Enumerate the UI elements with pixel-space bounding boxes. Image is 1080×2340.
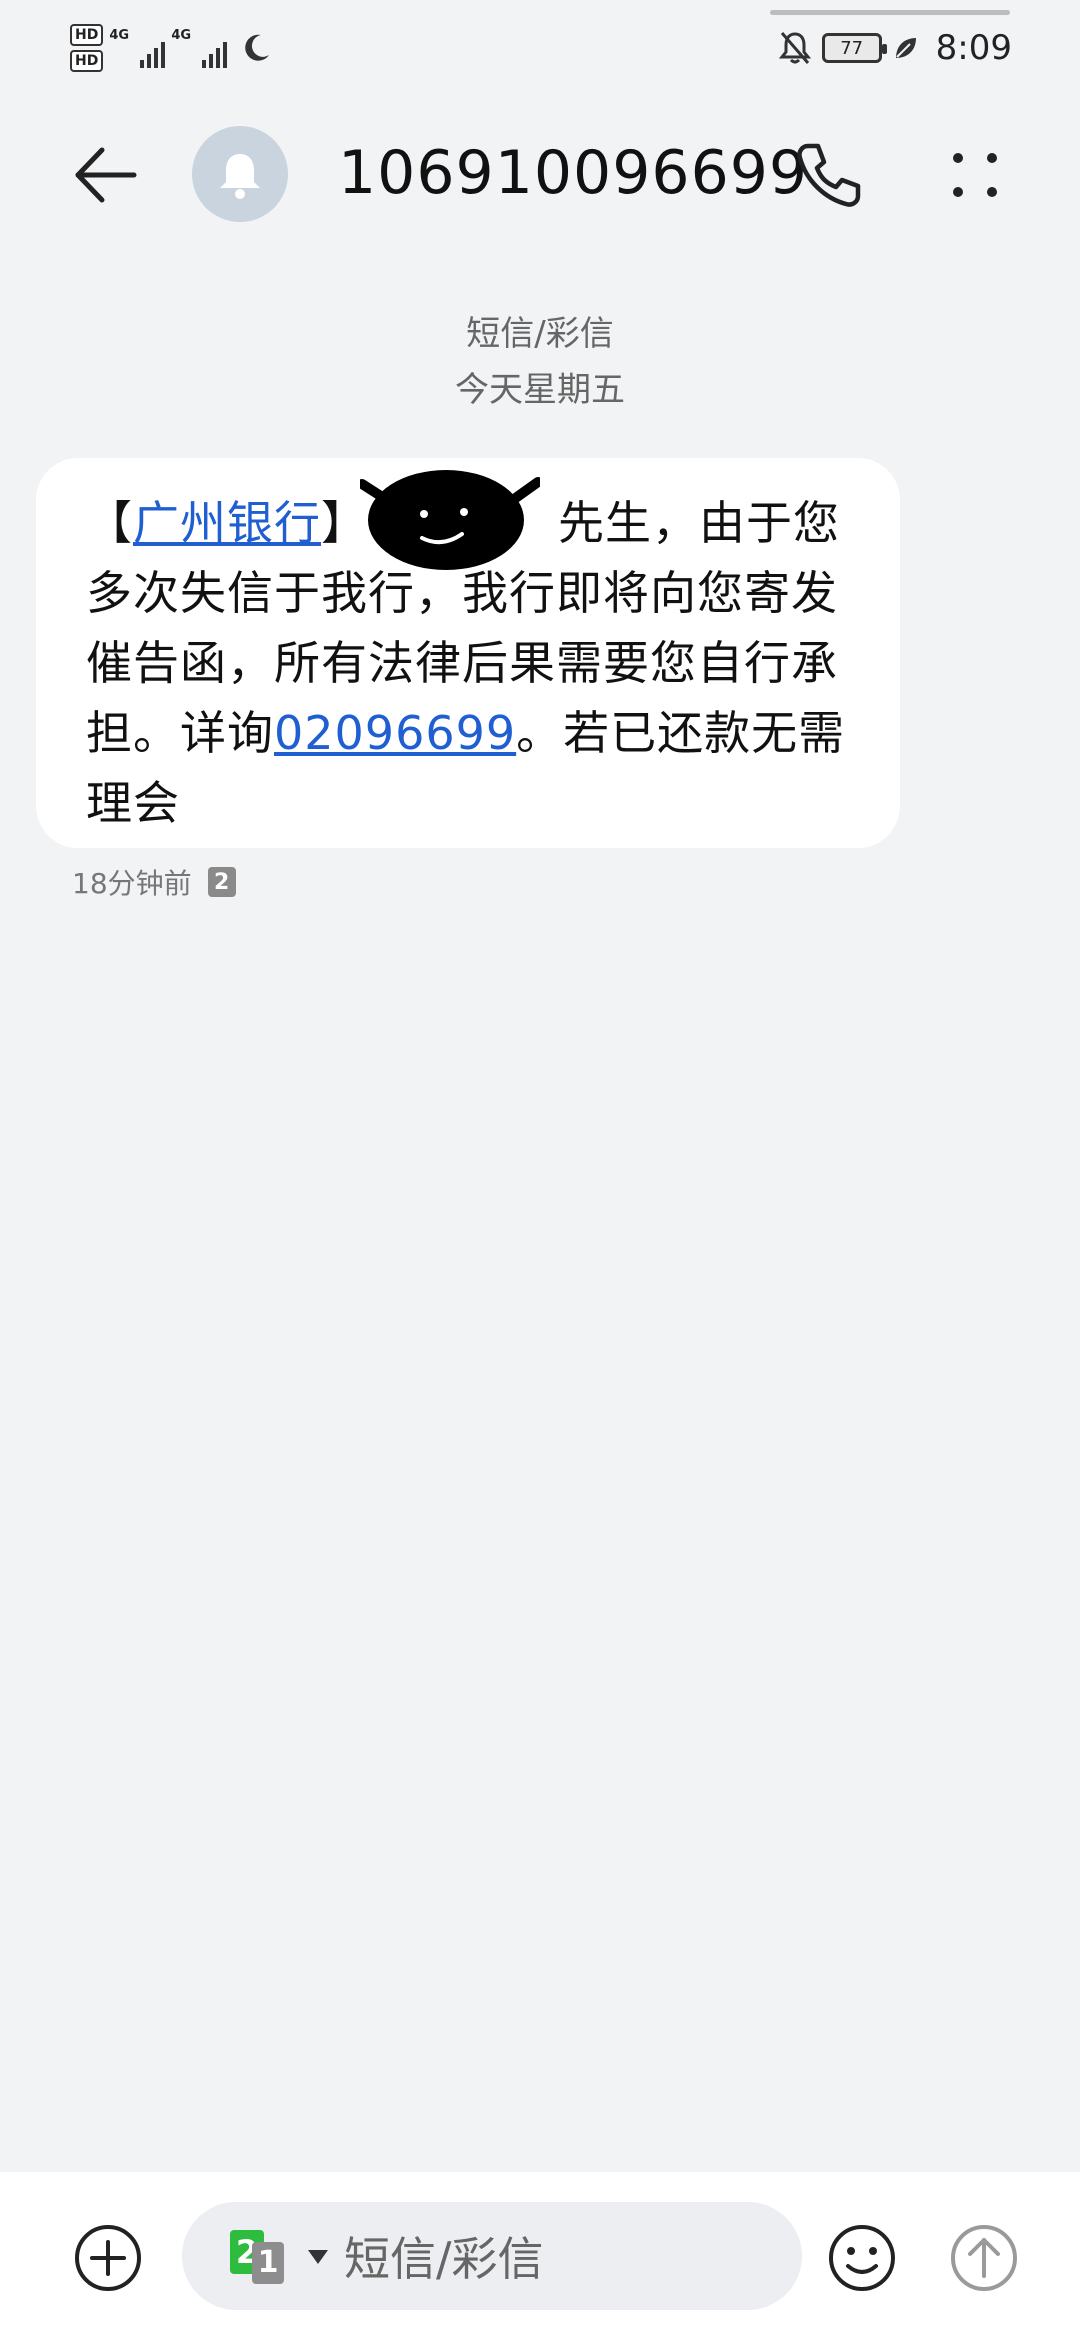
status-right: 77 8:09 — [778, 18, 1012, 78]
compose-bar: 2 1 短信/彩信 — [0, 2172, 1080, 2340]
network-type-sim1: 4G — [109, 28, 130, 43]
battery-icon: 77 — [821, 33, 887, 63]
status-bar: HD HD 4G 4G 77 8:09 — [0, 0, 1080, 90]
message-input[interactable]: 2 1 短信/彩信 — [182, 2202, 802, 2310]
bracket-open: 【 — [86, 496, 133, 550]
phone-number-link[interactable]: 02096699 — [274, 706, 516, 760]
avatar[interactable] — [192, 126, 288, 222]
input-placeholder: 短信/彩信 — [344, 2232, 544, 2286]
message-time: 18分钟前 — [72, 867, 192, 900]
notification-pull-handle[interactable] — [770, 10, 1010, 15]
back-arrow-icon[interactable] — [70, 140, 140, 210]
message-type-label: 短信/彩信 — [466, 314, 614, 354]
network-type-sim2: 4G — [171, 28, 192, 43]
page-title: 106910096699 — [338, 138, 809, 208]
status-left: HD HD 4G 4G — [70, 18, 273, 78]
chevron-down-icon — [308, 2250, 328, 2264]
phone-icon[interactable] — [790, 138, 866, 214]
send-icon[interactable] — [948, 2222, 1020, 2294]
hd-indicator-sim2: HD — [70, 50, 104, 72]
sim-badge: 2 — [207, 867, 236, 897]
hd-indicator-sim1: HD — [70, 24, 104, 46]
bank-name-link[interactable]: 广州银行 — [133, 496, 321, 550]
sim-secondary-icon: 1 — [252, 2242, 284, 2284]
signal-bars-icon — [202, 42, 228, 68]
day-label: 今天星期五 — [455, 370, 625, 410]
more-icon[interactable] — [940, 140, 1010, 210]
signal-sim1: 4G — [109, 28, 166, 68]
add-attachment-icon[interactable] — [72, 2222, 144, 2294]
leaf-power-saving-icon — [895, 38, 916, 58]
hd-indicators: HD HD — [70, 24, 104, 72]
bell-icon — [220, 154, 260, 199]
battery-level: 77 — [840, 37, 864, 59]
date-header: 短信/彩信 今天星期五 — [0, 306, 1080, 418]
message-meta: 18分钟前 2 — [72, 862, 236, 902]
signal-bars-icon — [140, 42, 166, 68]
status-time: 8:09 — [935, 28, 1012, 68]
do-not-disturb-moon-icon — [245, 34, 270, 61]
muted-bell-icon — [778, 32, 811, 64]
sim-selector[interactable]: 2 1 — [230, 2202, 340, 2310]
emoji-icon[interactable] — [826, 2222, 898, 2294]
signal-sim2: 4G — [171, 28, 228, 68]
redaction-scribble — [360, 470, 540, 570]
